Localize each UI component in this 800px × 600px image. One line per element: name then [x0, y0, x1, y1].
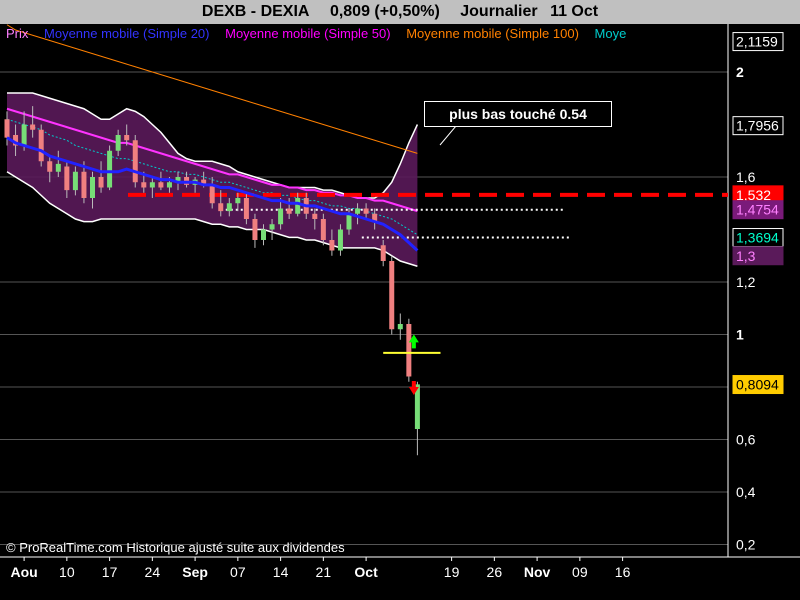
candle-body[interactable]: [124, 135, 130, 141]
candle-body[interactable]: [55, 163, 61, 172]
legend-item-price[interactable]: Prix: [6, 26, 28, 41]
candle-body[interactable]: [81, 171, 87, 198]
indicator-legend: Prix Moyenne mobile (Simple 20) Moyenne …: [6, 26, 726, 44]
candle-body[interactable]: [269, 224, 275, 230]
x-tick-label: Sep: [182, 564, 208, 580]
price-badge-label: 1,4754: [736, 202, 779, 218]
y-tick-label: 0,4: [736, 484, 756, 500]
x-tick-label: 26: [487, 564, 503, 580]
candle-body[interactable]: [47, 161, 53, 172]
candle-body[interactable]: [363, 208, 369, 214]
x-tick-label: 17: [102, 564, 118, 580]
candle-body[interactable]: [38, 129, 44, 162]
candle-body[interactable]: [286, 208, 292, 214]
candle-body[interactable]: [115, 135, 121, 151]
x-tick-label: 21: [316, 564, 332, 580]
candle-body[interactable]: [141, 182, 147, 188]
legend-item-ma-extra[interactable]: Moye: [595, 26, 627, 41]
y-tick-label: 2: [736, 64, 744, 80]
copyright-notice: © ProRealTime.com Historique ajusté suit…: [6, 540, 345, 555]
x-tick-label: Oct: [354, 564, 378, 580]
candle-body[interactable]: [64, 166, 70, 191]
y-tick-label: 0,6: [736, 432, 756, 448]
candle-body[interactable]: [252, 219, 258, 240]
candle-body[interactable]: [166, 182, 172, 188]
price-badge-label: 1,7956: [736, 118, 779, 134]
candle-body[interactable]: [380, 245, 386, 261]
price-chart[interactable]: 21,61,210,80,60,40,2Aou101724Sep071421Oc…: [0, 0, 800, 600]
candle-body[interactable]: [149, 182, 155, 188]
legend-item-ma20[interactable]: Moyenne mobile (Simple 20): [44, 26, 209, 41]
candle-body[interactable]: [346, 213, 352, 230]
x-tick-label: 07: [230, 564, 246, 580]
x-tick-label: Aou: [10, 564, 37, 580]
annotation-low-touched: plus bas touché 0.54: [424, 101, 612, 127]
candle-body[interactable]: [312, 213, 318, 219]
candle-body[interactable]: [72, 171, 78, 191]
price-badge-label: 2,1159: [736, 34, 778, 50]
candle-body[interactable]: [21, 124, 27, 146]
candle-body[interactable]: [295, 198, 301, 214]
y-tick-label: 1,6: [736, 169, 756, 185]
candle-body[interactable]: [355, 208, 361, 214]
candle-body[interactable]: [209, 184, 215, 204]
y-tick-label: 1,2: [736, 274, 756, 290]
candle-body[interactable]: [389, 261, 395, 330]
candle-body[interactable]: [235, 198, 241, 204]
candle-body[interactable]: [329, 240, 335, 251]
legend-item-ma100[interactable]: Moyenne mobile (Simple 100): [406, 26, 579, 41]
price-badge-label: 0,8094: [736, 377, 779, 393]
candle-body[interactable]: [397, 324, 403, 330]
candle-body[interactable]: [320, 219, 326, 240]
y-tick-label: 1: [736, 327, 744, 343]
plot-area[interactable]: [0, 24, 728, 557]
candle-body[interactable]: [30, 124, 36, 130]
candle-body[interactable]: [278, 208, 284, 225]
candle-body[interactable]: [406, 324, 412, 377]
x-tick-label: 19: [444, 564, 460, 580]
price-badge-label: 1,3: [736, 248, 756, 264]
x-tick-label: 09: [572, 564, 588, 580]
price-badge-label: 1,3694: [736, 230, 779, 246]
candle-body[interactable]: [261, 229, 266, 241]
candle-body[interactable]: [158, 182, 164, 188]
x-tick-label: 16: [615, 564, 631, 580]
legend-item-ma50[interactable]: Moyenne mobile (Simple 50): [225, 26, 390, 41]
candle-body[interactable]: [98, 177, 104, 188]
x-tick-label: 10: [59, 564, 75, 580]
candle-body[interactable]: [226, 203, 232, 212]
candle-body[interactable]: [90, 177, 95, 198]
candle-body[interactable]: [132, 140, 138, 183]
x-tick-label: Nov: [524, 564, 551, 580]
x-tick-label: 24: [145, 564, 161, 580]
candle-body[interactable]: [218, 203, 224, 212]
candle-body[interactable]: [243, 198, 249, 219]
candle-body[interactable]: [4, 119, 10, 138]
y-tick-label: 0,2: [736, 537, 756, 553]
candle-body[interactable]: [337, 229, 343, 251]
x-tick-label: 14: [273, 564, 289, 580]
candle-body[interactable]: [107, 150, 113, 188]
